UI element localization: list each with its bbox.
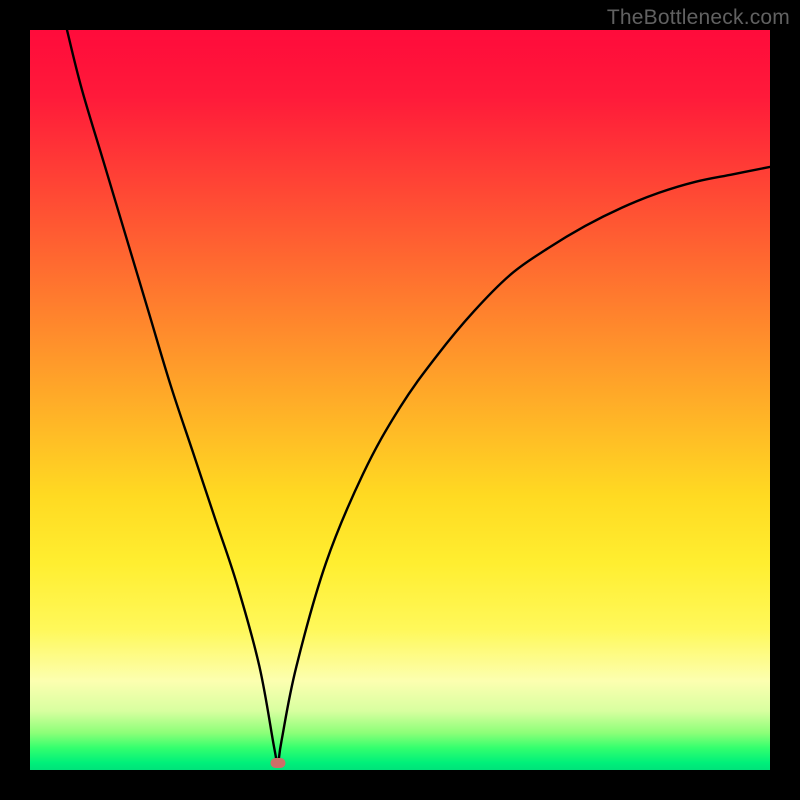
bottleneck-curve (30, 30, 770, 770)
min-marker (270, 758, 285, 768)
watermark-text: TheBottleneck.com (607, 6, 790, 30)
curve-path (67, 30, 770, 763)
chart-stage: TheBottleneck.com (0, 0, 800, 800)
plot-area (30, 30, 770, 770)
